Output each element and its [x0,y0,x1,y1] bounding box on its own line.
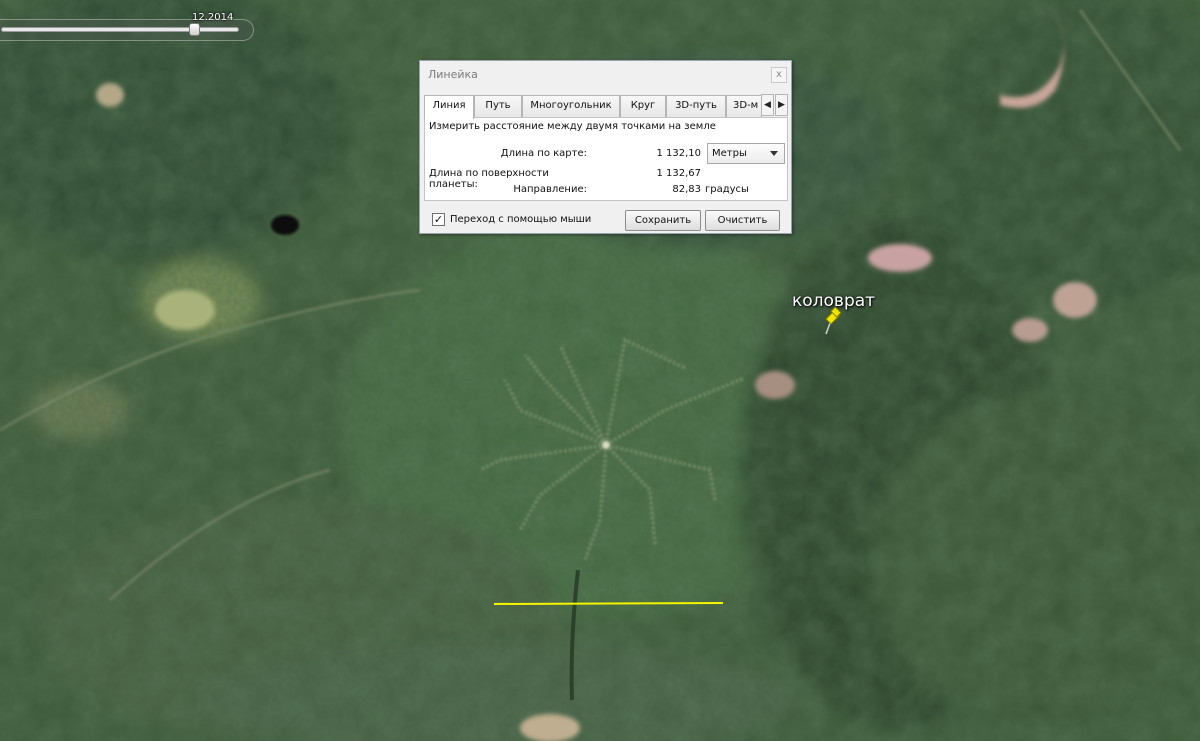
heading-label: Направление: [513,184,587,195]
tab-panel-line: Измерить расстояние между двумя точками … [424,117,788,201]
heading-value: 82,83 [672,184,701,195]
time-slider-track[interactable] [1,27,239,32]
tool-description: Измерить расстояние между двумя точками … [429,121,716,132]
tab-path[interactable]: Путь [474,95,522,117]
units-dropdown[interactable]: Метры [707,143,785,164]
tab-bar: Линия Путь Многоугольник Круг 3D-путь 3D… [424,95,778,119]
tab-polygon[interactable]: Многоугольник [522,95,620,117]
ruler-dialog: Линейка x Линия Путь Многоугольник Круг … [419,60,792,234]
tab-3d-path[interactable]: 3D-путь [666,95,726,117]
mouse-navigation-label: Переход с помощью мыши [450,214,592,225]
units-selected: Метры [712,148,747,159]
time-slider-date: 12.2014 [192,12,234,23]
close-icon[interactable]: x [771,67,787,83]
measure-line [493,602,724,605]
tab-circle[interactable]: Круг [620,95,666,117]
time-slider-thumb[interactable] [189,23,201,36]
pushpin-icon[interactable] [822,307,842,335]
clear-button[interactable]: Очистить [705,210,780,231]
ground-length-value: 1 132,67 [656,168,701,179]
chevron-down-icon [770,151,778,156]
tab-3d-polygon[interactable]: 3D-м [726,95,762,117]
map-length-value: 1 132,10 [656,148,701,159]
chevron-right-icon[interactable]: ▶ [775,94,788,116]
dialog-title: Линейка [428,68,478,81]
save-button[interactable]: Сохранить [625,210,701,231]
tab-line[interactable]: Линия [424,95,474,119]
mouse-navigation-checkbox[interactable]: ✓ [432,213,445,226]
chevron-left-icon[interactable]: ◀ [761,94,774,116]
map-length-label: Длина по карте: [500,148,587,159]
heading-unit: градусы [705,184,749,195]
